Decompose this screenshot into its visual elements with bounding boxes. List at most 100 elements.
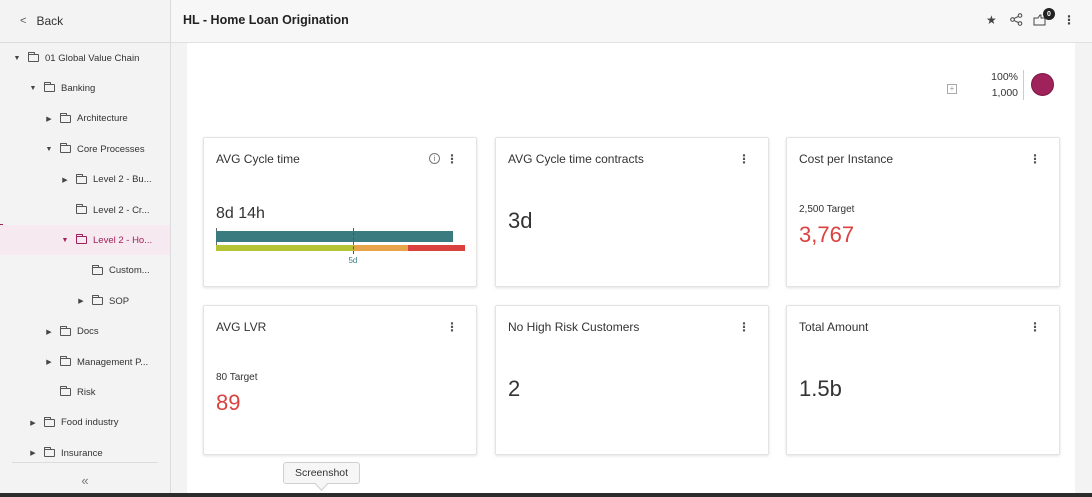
tree-item-label: 01 Global Value Chain xyxy=(45,52,140,64)
card-more-icon[interactable]: ⋮ xyxy=(1029,320,1041,334)
card-more-icon[interactable]: ⋮ xyxy=(738,320,750,334)
page-title: HL - Home Loan Origination xyxy=(183,13,349,27)
folder-icon xyxy=(60,356,71,366)
folder-icon xyxy=(60,143,71,154)
notification-badge: 0 xyxy=(1043,8,1055,20)
caret-right-icon[interactable]: ▶ xyxy=(44,328,54,336)
tree-item-label: Custom... xyxy=(109,265,150,277)
card-title: AVG LVR xyxy=(216,320,267,334)
tree-item-label: Management P... xyxy=(77,356,149,368)
collapse-sidebar-button[interactable]: « xyxy=(12,462,158,497)
kpi-value: 89 xyxy=(216,390,241,415)
caret-down-icon[interactable]: ▼ xyxy=(12,55,22,62)
tree-item-label: SOP xyxy=(109,295,130,307)
folder-icon xyxy=(28,52,39,62)
folder-icon xyxy=(44,82,55,93)
tree-item[interactable]: Custom... xyxy=(0,256,170,286)
target-marker-label: 5d xyxy=(348,256,358,265)
tree-item[interactable]: ▶ Architecture xyxy=(0,104,170,134)
tree-item[interactable]: ▶ Management P... xyxy=(0,347,170,377)
card-cost-per-instance: Cost per Instance ⋮ 2,500 Target 3,767 xyxy=(786,137,1060,287)
back-button[interactable]: < Back xyxy=(0,0,170,43)
caret-right-icon[interactable]: ▶ xyxy=(28,419,38,427)
kpi-value: 2 xyxy=(508,376,521,401)
folder-icon xyxy=(76,204,87,214)
caret-right-icon[interactable]: ▶ xyxy=(44,115,54,123)
summary-divider xyxy=(1023,70,1024,100)
kpi-value: 3,767 xyxy=(799,222,855,247)
card-avg-cycle-time: AVG Cycle time i ⋮ 8d 14h 5d xyxy=(203,137,477,287)
caret-down-icon[interactable]: ▼ xyxy=(44,146,54,153)
double-chevron-left-icon: « xyxy=(81,472,89,488)
tree-item-label: Insurance xyxy=(61,447,103,459)
caret-right-icon[interactable]: ▶ xyxy=(60,176,70,184)
card-title: AVG Cycle time contracts xyxy=(508,152,644,166)
summary-pie-chart[interactable] xyxy=(1031,73,1054,96)
caret-down-icon[interactable]: ▼ xyxy=(28,85,38,92)
summary-count: 1,000 xyxy=(991,87,1018,99)
folder-icon xyxy=(44,447,55,458)
card-title: Total Amount xyxy=(799,320,869,334)
header-bar: HL - Home Loan Origination ★ 0 ⋮ xyxy=(171,0,1092,43)
tree-item[interactable]: ▼ Banking xyxy=(0,73,170,103)
window-bottom-edge xyxy=(0,493,1092,497)
info-icon[interactable]: i xyxy=(429,153,440,164)
sidebar: < Back ▼ 01 Global Value Chain ▼ Banking ▶ Ar… xyxy=(0,0,171,497)
tree-item[interactable]: Risk xyxy=(0,377,170,407)
folder-icon xyxy=(60,386,71,397)
tree-item-label: Docs xyxy=(77,326,99,338)
target-label: 80 Target xyxy=(216,372,258,383)
caret-right-icon[interactable]: ▶ xyxy=(44,358,54,366)
folder-icon xyxy=(76,234,87,245)
caret-right-icon[interactable]: ▶ xyxy=(76,297,86,305)
summary-percent: 100% xyxy=(991,71,1018,83)
card-title: No High Risk Customers xyxy=(508,320,640,334)
expand-icon[interactable]: + xyxy=(947,84,957,94)
share-icon[interactable] xyxy=(1010,13,1023,29)
folder-icon xyxy=(44,416,55,427)
folder-icon xyxy=(60,112,71,123)
folder-icon xyxy=(92,264,103,275)
card-title: Cost per Instance xyxy=(799,152,894,166)
tree-item[interactable]: ▼ Core Processes xyxy=(0,134,170,164)
tree-item[interactable]: ▶ Docs xyxy=(0,317,170,347)
tree-item-label: Core Processes xyxy=(77,143,145,155)
tree-item-label: Banking xyxy=(61,82,96,94)
target-label: 2,500 Target xyxy=(799,204,855,215)
card-more-icon[interactable]: ⋮ xyxy=(446,320,458,334)
tree-item-label: Risk xyxy=(77,386,96,398)
card-high-risk-customers: No High Risk Customers ⋮ 2 xyxy=(495,305,769,455)
kpi-value: 1.5b xyxy=(799,376,842,401)
folder-icon xyxy=(76,173,87,184)
card-avg-lvr: AVG LVR ⋮ 80 Target 89 xyxy=(203,305,477,455)
target-marker xyxy=(352,228,354,254)
tree-item[interactable]: ▼ Level 2 - Ho... xyxy=(0,225,170,256)
card-more-icon[interactable]: ⋮ xyxy=(738,152,750,166)
card-more-icon[interactable]: ⋮ xyxy=(1029,152,1041,166)
folder-icon xyxy=(60,325,71,336)
kpi-value: 3d xyxy=(508,208,533,233)
tree-item-label: Level 2 - Ho... xyxy=(93,234,153,246)
tree-item-label: Architecture xyxy=(77,113,128,125)
chevron-left-icon: < xyxy=(20,15,27,27)
tree-item-label: Food industry xyxy=(61,417,119,429)
screenshot-tooltip: Screenshot xyxy=(283,462,360,484)
star-icon[interactable]: ★ xyxy=(986,13,997,27)
tree-item[interactable]: ▶ SOP xyxy=(0,286,170,316)
cycle-time-bar xyxy=(216,231,453,242)
tree-item-label: Level 2 - Cr... xyxy=(93,204,150,216)
cycle-time-value: 8d 14h xyxy=(216,205,265,222)
caret-right-icon[interactable]: ▶ xyxy=(28,449,38,457)
tree-item[interactable]: Level 2 - Cr... xyxy=(0,195,170,225)
folder-icon xyxy=(92,295,103,306)
more-vert-icon[interactable]: ⋮ xyxy=(1063,13,1075,27)
caret-down-icon[interactable]: ▼ xyxy=(60,237,70,244)
tree-item[interactable]: ▼ 01 Global Value Chain xyxy=(0,43,170,73)
tree-item[interactable]: ▶ Food industry xyxy=(0,408,170,438)
tree-item[interactable]: ▶ Level 2 - Bu... xyxy=(0,165,170,195)
target-band-3 xyxy=(407,245,465,251)
card-avg-cycle-time-contracts: AVG Cycle time contracts ⋮ 3d xyxy=(495,137,769,287)
card-more-icon[interactable]: ⋮ xyxy=(446,152,458,166)
card-title: AVG Cycle time xyxy=(216,152,300,166)
target-band-2 xyxy=(352,245,408,251)
